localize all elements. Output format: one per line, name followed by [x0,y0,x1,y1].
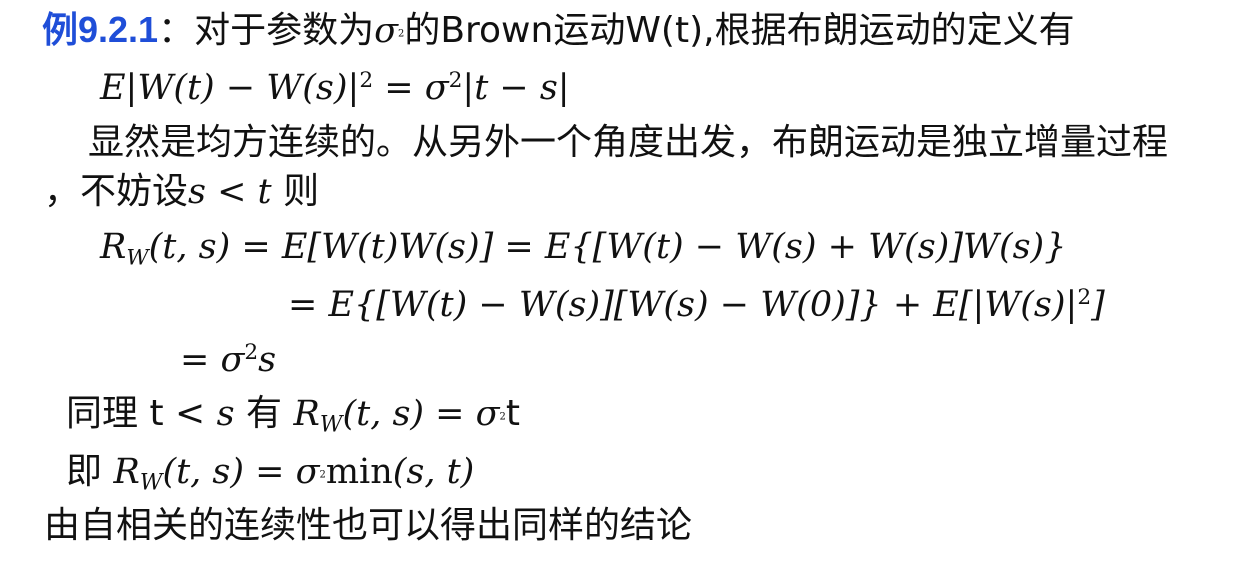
example-label: 例9.2.1 [42,9,159,50]
similarly-sub: W [319,412,343,438]
sigma-symbol: σ [374,11,399,51]
derivation-row-2-exp: 2 [1077,285,1092,310]
similarly-mid: (t, s) = σ [342,394,500,434]
therefore-R: R [113,452,140,492]
derivation-row-1: RW(t, s) = E[W(t)W(s)] = E{[W(t) − W(s) … [100,230,1066,269]
therefore-sub: W [139,470,163,496]
autocorr-symbol: R [100,227,127,267]
similarly-R: R [293,394,320,434]
paragraph-math: s < t [188,172,272,212]
equation-variance: E|W(t) − W(s)|2 = σ2|t − s| [100,70,570,106]
paragraph-line-2: ，不妨设s < t 则 [44,174,319,210]
derivation-row-1-rest: (t, s) = E[W(t)W(s)] = E{[W(t) − W(s) + … [148,227,1067,267]
example-colon: ： [158,10,195,51]
derivation-row-3: = σ2s [180,342,276,378]
eq1-rhs: |t − s| [462,67,570,108]
derivation-row-2b: ] [1091,284,1105,325]
similarly-prefix: 同理 t < [66,393,217,434]
therefore-min: min [325,452,393,492]
conclusion-line: 由自相关的连续性也可以得出同样的结论 [44,508,692,544]
eq1-mid: = σ [373,67,449,108]
therefore-line: 即 RW(t, s) = σ2min(s, t) [66,454,474,495]
conclusion-text: 由自相关的连续性也可以得出同样的结论 [44,505,693,546]
similarly-s: s [216,394,235,434]
similarly-line: 同理 t < s 有 RW(t, s) = σ2t [66,396,520,437]
similarly-have: 有 [234,393,294,434]
derivation-row-3-exp: 2 [244,340,259,365]
paragraph-text-2b: 则 [271,171,320,212]
similarly-t: t [505,393,520,434]
paragraph-line-1: 显然是均方连续的。从另外一个角度出发，布朗运动是独立增量过程 [88,125,1168,161]
derivation-row-2: = E{[W(t) − W(s)][W(s) − W(0)]} + E[|W(s… [288,287,1105,323]
paragraph-text-2a: ，不妨设 [44,171,189,212]
paragraph-text-1: 显然是均方连续的。从另外一个角度出发，布朗运动是独立增量过程 [88,122,1169,163]
therefore-prefix: 即 [66,451,114,492]
eq1-exp: 2 [359,68,374,93]
therefore-args: (s, t) [392,452,475,492]
derivation-row-3a: = σ [180,339,245,380]
eq1-lhs: E|W(t) − W(s)| [100,67,360,108]
example-title-line: 例9.2.1：对于参数为σ2的Brown运动W(t),根据布朗运动的定义有 [42,12,1075,49]
derivation-row-2a: = E{[W(t) − W(s)][W(s) − W(0)]} + E[|W(s… [288,284,1078,325]
autocorr-subscript: W [126,245,149,271]
therefore-mid: (t, s) = σ [162,452,320,492]
derivation-row-3b: s [258,339,277,380]
eq1-exp2: 2 [448,68,463,93]
example-intro-b: 的Brown运动W(t),根据布朗运动的定义有 [404,10,1075,51]
example-intro-a: 对于参数为 [194,10,375,51]
